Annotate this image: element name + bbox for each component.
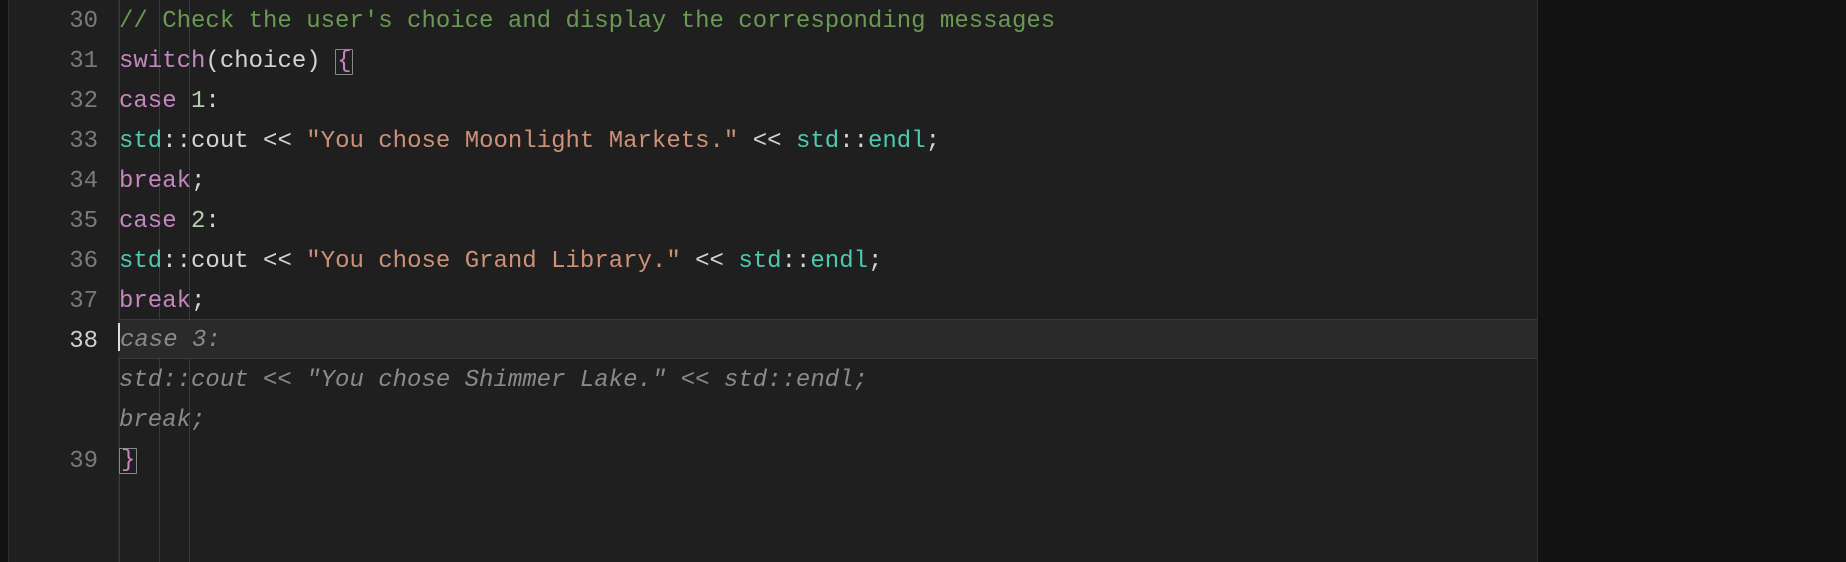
inline-suggestion-line[interactable]: break; (119, 399, 1537, 439)
inline-suggestion[interactable]: break; (119, 407, 205, 434)
namespace-std: std (119, 248, 162, 275)
keyword-switch: switch (119, 48, 205, 75)
operator-shift: << (263, 128, 306, 155)
semicolon: ; (868, 248, 882, 275)
code-editor[interactable]: 30 31 32 33 34 35 36 37 38 39 // Check t… (8, 0, 1538, 562)
identifier-choice: choice (220, 48, 306, 75)
code-line[interactable]: switch(choice) { (119, 40, 1537, 80)
number-literal: 2 (191, 208, 205, 235)
line-number: 36 (9, 240, 98, 280)
namespace-std: std (738, 248, 781, 275)
line-number: 30 (9, 0, 98, 40)
line-number: 39 (9, 440, 98, 480)
number-literal: 1 (191, 88, 205, 115)
colon: : (205, 208, 219, 235)
paren-close: ) (306, 48, 335, 75)
keyword-break: break (119, 288, 191, 315)
namespace-std: std (796, 128, 839, 155)
inline-suggestion[interactable]: std::cout << "You chose Shimmer Lake." <… (119, 367, 868, 394)
inline-suggestion-line[interactable]: std::cout << "You chose Shimmer Lake." <… (119, 359, 1537, 399)
line-number: 31 (9, 40, 98, 80)
operator-shift: << (263, 248, 306, 275)
semicolon: ; (926, 128, 940, 155)
inline-suggestion[interactable]: case 3: (120, 327, 221, 354)
code-line-active[interactable]: case 3: (119, 319, 1537, 359)
line-number: 35 (9, 200, 98, 240)
line-number: 32 (9, 80, 98, 120)
operator-shift: << (695, 248, 738, 275)
code-line[interactable]: std::cout << "You chose Moonlight Market… (119, 120, 1537, 160)
semicolon: ; (191, 168, 205, 195)
identifier-cout: cout (191, 248, 263, 275)
operator-shift: << (753, 128, 796, 155)
code-area[interactable]: // Check the user's choice and display t… (119, 0, 1537, 562)
line-number: 34 (9, 160, 98, 200)
line-number-active: 38 (9, 320, 98, 360)
code-line[interactable]: // Check the user's choice and display t… (119, 0, 1537, 40)
identifier-cout: cout (191, 128, 263, 155)
identifier-endl: endl (810, 248, 868, 275)
code-line[interactable]: case 1: (119, 80, 1537, 120)
line-number-gutter: 30 31 32 33 34 35 36 37 38 39 (9, 0, 119, 562)
code-line[interactable]: break; (119, 160, 1537, 200)
code-line[interactable]: } (119, 439, 1537, 479)
semicolon: ; (191, 288, 205, 315)
keyword-case: case (119, 208, 177, 235)
identifier-endl: endl (868, 128, 926, 155)
keyword-case: case (119, 88, 177, 115)
line-number: 37 (9, 280, 98, 320)
code-line[interactable]: break; (119, 280, 1537, 320)
colon: : (205, 88, 219, 115)
string-literal: "You chose Grand Library." (306, 248, 680, 275)
string-literal: "You chose Moonlight Markets." (306, 128, 738, 155)
paren-open: ( (205, 48, 219, 75)
namespace-std: std (119, 128, 162, 155)
comment-text: // Check the user's choice and display t… (119, 8, 1055, 35)
brace-close-matched: } (119, 448, 137, 474)
line-number: 33 (9, 120, 98, 160)
brace-open-matched: { (335, 49, 353, 75)
keyword-break: break (119, 168, 191, 195)
code-line[interactable]: case 2: (119, 200, 1537, 240)
code-line[interactable]: std::cout << "You chose Grand Library." … (119, 240, 1537, 280)
